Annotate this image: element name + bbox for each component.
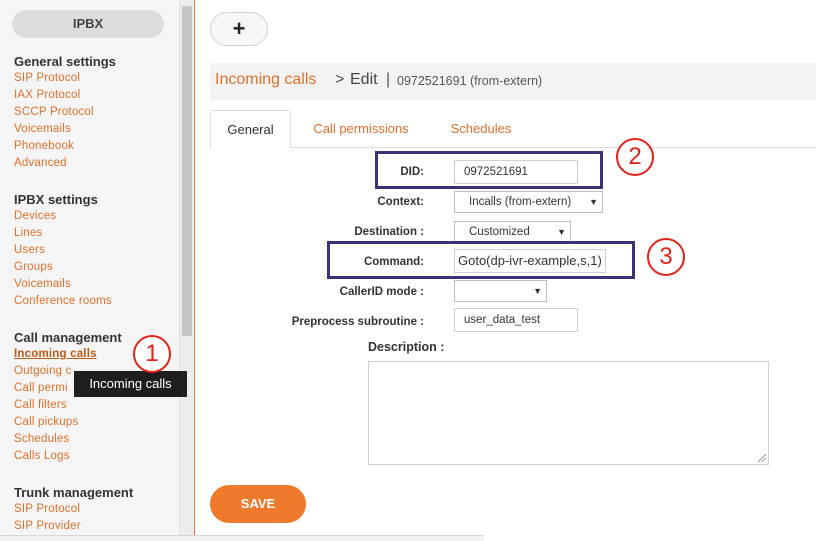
- sidebar-item-phonebook[interactable]: Phonebook: [14, 140, 74, 152]
- description-textarea[interactable]: [368, 361, 769, 465]
- ipbx-button[interactable]: IPBX: [12, 10, 164, 38]
- sidebar-item-users[interactable]: Users: [14, 244, 45, 256]
- sidebar-item-lines[interactable]: Lines: [14, 227, 43, 239]
- sidebar-item-outgoing-calls[interactable]: Outgoing c: [14, 365, 72, 377]
- did-input[interactable]: 0972521691: [454, 160, 578, 184]
- breadcrumb-pipe: |: [386, 71, 391, 88]
- sidebar-item-voicemails[interactable]: Voicemails: [14, 123, 71, 135]
- sidebar: IPBX General settings SIP Protocol IAX P…: [0, 0, 180, 541]
- breadcrumb: Incoming calls > Edit | 0972521691 (from…: [210, 63, 816, 100]
- description-label: Description :: [368, 340, 445, 354]
- breadcrumb-incoming-calls[interactable]: Incoming calls: [215, 71, 316, 89]
- section-ipbx-settings: IPBX settings: [14, 192, 98, 207]
- sidebar-item-advanced[interactable]: Advanced: [14, 157, 67, 169]
- sidebar-item-iax-protocol[interactable]: IAX Protocol: [14, 89, 80, 101]
- sidebar-item-groups[interactable]: Groups: [14, 261, 53, 273]
- section-general-settings: General settings: [14, 54, 116, 69]
- callerid-mode-select[interactable]: ▼: [454, 280, 547, 302]
- preprocess-subroutine-label: Preprocess subroutine :: [291, 316, 424, 328]
- resize-grip-icon[interactable]: [758, 454, 766, 462]
- add-button[interactable]: +: [210, 12, 268, 46]
- section-call-management: Call management: [14, 330, 122, 345]
- chevron-down-icon: ▼: [533, 286, 542, 296]
- sidebar-item-voicemails-ipbx[interactable]: Voicemails: [14, 278, 71, 290]
- sidebar-item-incoming-calls[interactable]: Incoming calls: [14, 348, 97, 360]
- callerid-mode-label: CallerID mode :: [339, 286, 424, 298]
- sidebar-item-call-filters[interactable]: Call filters: [14, 399, 67, 411]
- command-label: Command:: [363, 256, 424, 268]
- sidebar-item-devices[interactable]: Devices: [14, 210, 56, 222]
- did-label: DID:: [400, 166, 424, 178]
- tab-schedules[interactable]: Schedules: [436, 110, 526, 148]
- chevron-down-icon: ▼: [589, 197, 598, 207]
- destination-select-value: Customized: [469, 226, 530, 238]
- breadcrumb-record: 0972521691 (from-extern): [397, 74, 543, 88]
- preprocess-subroutine-input[interactable]: user_data_test: [454, 308, 578, 332]
- sidebar-item-calls-logs[interactable]: Calls Logs: [14, 450, 70, 462]
- sidebar-divider: [194, 0, 195, 541]
- sidebar-item-sccp-protocol[interactable]: SCCP Protocol: [14, 106, 94, 118]
- annotation-3: 3: [647, 238, 685, 276]
- section-trunk-management: Trunk management: [14, 485, 134, 500]
- annotation-1: 1: [133, 335, 171, 373]
- sidebar-item-call-pickups[interactable]: Call pickups: [14, 416, 78, 428]
- sidebar-item-conference-rooms[interactable]: Conference rooms: [14, 295, 112, 307]
- sidebar-item-trunk-sip-protocol[interactable]: SIP Protocol: [14, 503, 80, 515]
- sidebar-item-schedules[interactable]: Schedules: [14, 433, 70, 445]
- sidebar-item-sip-provider[interactable]: SIP Provider: [14, 520, 81, 532]
- scrollbar-thumb[interactable]: [182, 6, 192, 336]
- destination-label: Destination :: [354, 226, 424, 238]
- save-button[interactable]: SAVE: [210, 485, 306, 523]
- destination-select[interactable]: Customized ▼: [454, 221, 571, 243]
- context-select-value: Incalls (from-extern): [469, 196, 572, 208]
- sidebar-scrollbar[interactable]: [180, 0, 194, 541]
- tooltip: Incoming calls: [74, 371, 187, 397]
- context-select[interactable]: Incalls (from-extern) ▼: [454, 191, 603, 213]
- chevron-down-icon: ▼: [557, 227, 566, 237]
- annotation-2: 2: [616, 138, 654, 176]
- sidebar-item-sip-protocol[interactable]: SIP Protocol: [14, 72, 80, 84]
- breadcrumb-edit: Edit: [350, 71, 378, 88]
- tab-general[interactable]: General: [210, 110, 291, 148]
- breadcrumb-separator: >: [335, 71, 345, 88]
- command-input[interactable]: Goto(dp-ivr-example,s,1): [454, 249, 606, 273]
- sidebar-item-call-permissions[interactable]: Call permi: [14, 382, 68, 394]
- tab-call-permissions[interactable]: Call permissions: [300, 110, 422, 148]
- horizontal-scrollbar[interactable]: [0, 535, 484, 541]
- context-label: Context:: [377, 196, 424, 208]
